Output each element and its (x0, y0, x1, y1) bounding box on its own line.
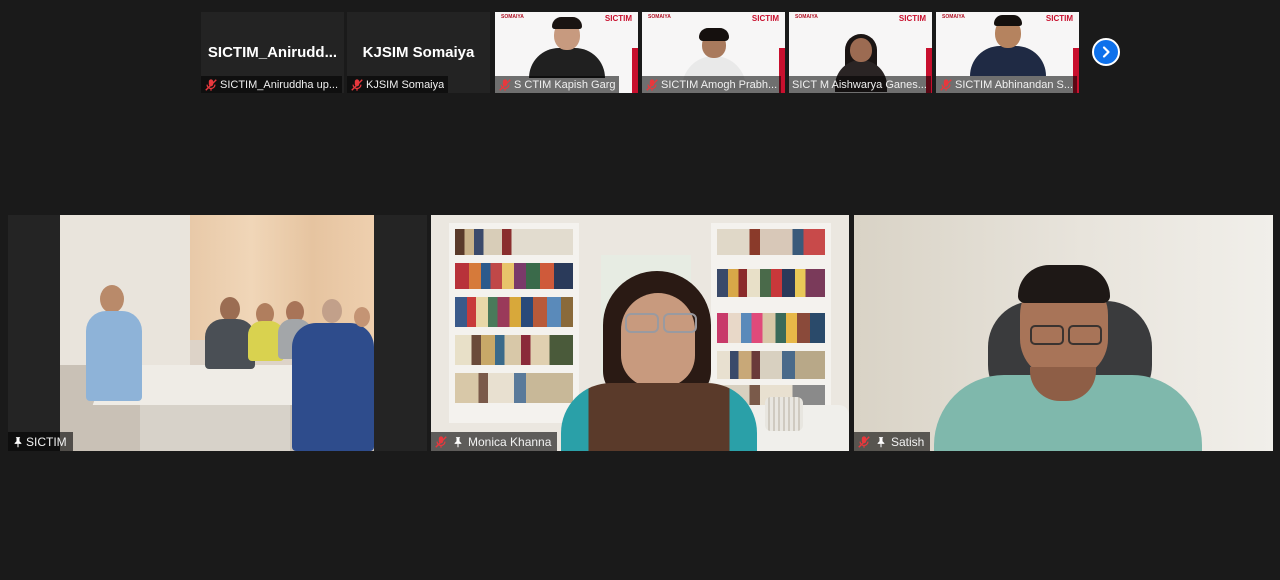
participant-label: Satish (854, 432, 931, 451)
participant-video (854, 215, 1273, 451)
participant-video (969, 15, 1046, 76)
thumbnail-tile[interactable]: SOMAIYA SICTIM S CTIM Kapish Garg (495, 12, 638, 93)
participant-name: SICTIM_Anirudd... (207, 44, 338, 61)
conference-room-video (60, 215, 374, 451)
video-tile-sictim[interactable]: SICTIM (8, 215, 427, 451)
participant-name: KJSIM Somaiya (362, 44, 475, 61)
participant-label: SICTIM Abhinandan S... (936, 76, 1078, 93)
brand-logo: SOMAIYA (942, 14, 965, 20)
participant-label-text: SICTIM_Aniruddha up... (220, 78, 339, 91)
thumbnail-tile[interactable]: KJSIM Somaiya KJSIM Somaiya (347, 12, 490, 93)
mic-off-icon (939, 78, 953, 92)
thumbnail-tile[interactable]: SOMAIYA SICTIM SICTIM Abhinandan S... (936, 12, 1079, 93)
participant-label-text: Satish (891, 434, 925, 449)
mic-off-icon (645, 78, 659, 92)
thumbnail-tile[interactable]: SOMAIYA SICTIM SICT M Aishwarya Ganes... (789, 12, 932, 93)
participant-label-text: Monica Khanna (468, 434, 552, 449)
participant-label-text: KJSIM Somaiya (366, 78, 445, 91)
mic-off-icon (498, 78, 512, 92)
participant-label: SICT M Aishwarya Ganes... (789, 76, 931, 93)
brand-label: SICTIM (751, 14, 779, 23)
participant-label: KJSIM Somaiya (347, 76, 449, 93)
participant-label: SICTIM (8, 432, 73, 451)
brand-label: SICTIM (604, 14, 632, 23)
chevron-right-icon (1102, 46, 1110, 58)
participant-label-text: SICTIM Abhinandan S... (955, 78, 1074, 91)
pin-icon (875, 436, 887, 448)
brand-label: SICTIM (1045, 14, 1073, 23)
mic-off-icon (857, 435, 871, 449)
mic-off-icon (434, 435, 448, 449)
brand-logo: SOMAIYA (648, 14, 671, 20)
participant-label: S CTIM Kapish Garg (495, 76, 620, 93)
participant-label: Monica Khanna (431, 432, 558, 451)
participant-label-text: SICTIM Amogh Prabh... (661, 78, 778, 91)
mic-off-icon (204, 78, 218, 92)
thumbnail-tile[interactable]: SOMAIYA SICTIM SICTIM Amogh Prabh... (642, 12, 785, 93)
brand-logo: SOMAIYA (501, 14, 524, 20)
participant-label: SICTIM Amogh Prabh... (642, 76, 782, 93)
participant-label-text: SICT M Aishwarya Ganes... (792, 78, 927, 91)
video-tile-monica-khanna[interactable]: Monica Khanna (431, 215, 849, 451)
next-page-button[interactable] (1092, 38, 1120, 66)
brand-stripe (632, 48, 638, 93)
brand-label: SICTIM (898, 14, 926, 23)
participant-video (528, 17, 605, 78)
thumbnail-tile[interactable]: SICTIM_Anirudd... SICTIM_Aniruddha up... (201, 12, 344, 93)
brand-logo: SOMAIYA (795, 14, 818, 20)
video-tile-satish[interactable]: Satish (854, 215, 1273, 451)
pin-icon (12, 436, 24, 448)
participant-label-text: S CTIM Kapish Garg (514, 78, 616, 91)
participant-label: SICTIM_Aniruddha up... (201, 76, 343, 93)
mic-off-icon (350, 78, 364, 92)
participant-label-text: SICTIM (26, 434, 67, 449)
participant-video (431, 215, 849, 451)
pin-icon (452, 436, 464, 448)
